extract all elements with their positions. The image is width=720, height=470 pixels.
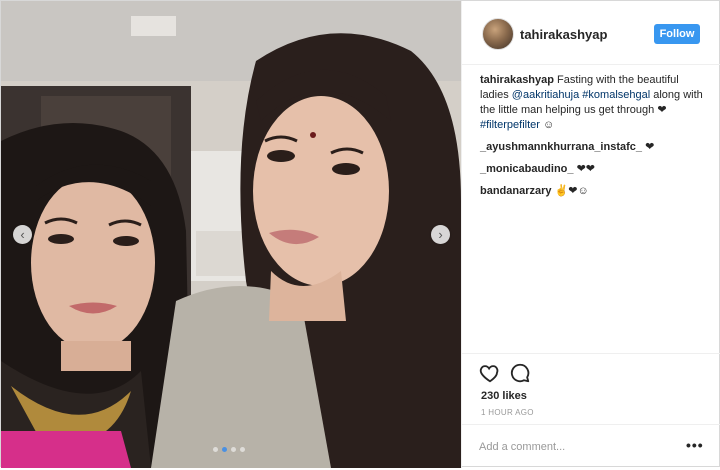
mention-link[interactable]: @aakritiahuja [512,89,579,101]
next-slide-button[interactable]: › [431,225,450,244]
post-photo[interactable]: ‹ › [1,1,461,468]
comment-input[interactable] [479,439,669,455]
caption-username[interactable]: tahirakashyap [480,74,554,86]
comment-item: bandanarzary ✌❤☺ [480,184,708,199]
comment-username[interactable]: _monicabaudino_ [480,163,574,175]
comment-username[interactable]: _ayushmannkhurrana_instafc_ [480,141,642,153]
header-username[interactable]: tahirakashyap [520,27,607,42]
comment-item: _ayushmannkhurrana_instafc_ ❤ [480,140,708,155]
comment-item: _monicabaudino_ ❤❤ [480,162,708,177]
caption-emoji: ☺ [539,119,555,131]
post-side-panel: tahirakashyap Follow tahirakashyap Fasti… [461,1,720,468]
comment-text: ❤❤ [576,163,596,175]
post-actions: 230 likes 1 HOUR AGO ••• [462,353,720,469]
chevron-right-icon: › [438,227,443,242]
carousel-dot-active [222,447,227,452]
post-frame: ‹ › tahirakashyap Follow tahirakashyap F… [0,0,720,468]
follow-button[interactable]: Follow [654,24,700,44]
previous-slide-button[interactable]: ‹ [13,225,32,244]
photo-illustration [1,1,461,468]
comments-list: tahirakashyap Fasting with the beautiful… [480,73,708,206]
carousel-dot [231,447,236,452]
more-icon[interactable]: ••• [686,437,704,453]
caption: tahirakashyap Fasting with the beautiful… [480,73,708,133]
like-count[interactable]: 230 likes [481,390,527,402]
hashtag-link[interactable]: #filterpefilter [480,119,540,131]
carousel-dot [240,447,245,452]
hashtag-link[interactable]: #komalsehgal [582,89,650,101]
comment-text: ✌❤☺ [554,185,589,197]
heart-icon[interactable] [479,362,501,384]
carousel-indicator [213,447,245,452]
avatar[interactable] [482,18,514,50]
comment-text: ❤ [645,141,655,153]
chevron-left-icon: ‹ [20,227,25,242]
carousel-dot [213,447,218,452]
comment-icon[interactable] [509,362,531,384]
post-timestamp: 1 HOUR AGO [481,408,534,417]
comment-username[interactable]: bandanarzary [480,185,552,197]
post-header: tahirakashyap Follow [462,1,720,65]
add-comment-section: ••• [462,424,720,470]
